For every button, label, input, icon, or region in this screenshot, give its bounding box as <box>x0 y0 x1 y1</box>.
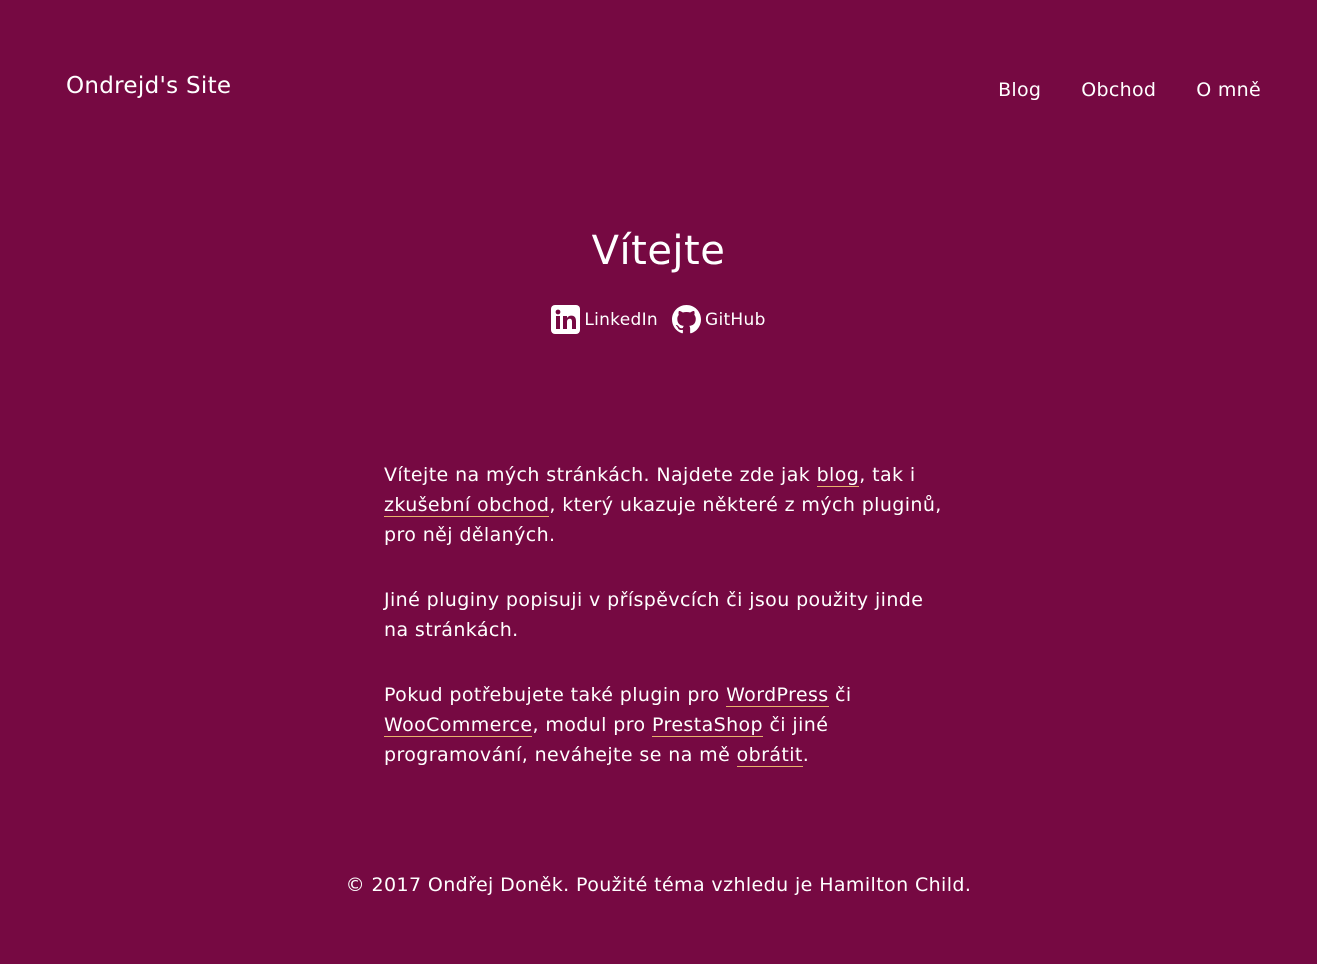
nav-item-o-mne[interactable]: O mně <box>1196 77 1261 103</box>
intro-paragraph: Vítejte na mých stránkách. Najdete zde j… <box>384 460 944 550</box>
page-title: Vítejte <box>591 228 726 274</box>
contact-link[interactable]: obrátit <box>736 744 803 767</box>
p3-text-3: , modul pro <box>532 714 653 736</box>
contact-paragraph: Pokud potřebujete také plugin pro WordPr… <box>384 680 944 770</box>
p1-text-1: Vítejte na mých stránkách. Najdete zde j… <box>384 464 817 486</box>
site-footer: © 2017 Ondřej Doněk. Použité téma vzhled… <box>0 871 1317 899</box>
site-header: Ondrejd's Site Blog Obchod O mně <box>0 0 1317 140</box>
linkedin-icon <box>551 305 581 334</box>
site-title-link[interactable]: Ondrejd's Site <box>66 72 231 100</box>
github-label: GitHub <box>704 309 766 330</box>
linkedin-label: LinkedIn <box>584 309 658 330</box>
plugins-paragraph: Jiné pluginy popisuji v příspěvcích či j… <box>384 589 924 641</box>
blog-link[interactable]: blog <box>816 464 860 487</box>
main-nav: Blog Obchod O mně <box>958 77 1261 103</box>
wordpress-link[interactable]: WordPress <box>726 684 829 707</box>
p3-text-1: Pokud potřebujete také plugin pro <box>384 684 727 706</box>
prestashop-link[interactable]: PrestaShop <box>652 714 764 737</box>
github-icon <box>671 305 701 334</box>
linkedin-link[interactable]: LinkedIn <box>551 305 658 334</box>
main-content: Vítejte na mých stránkách. Najdete zde j… <box>384 460 944 805</box>
p3-text-5: . <box>802 744 810 766</box>
p1-text-2: , tak i <box>859 464 916 486</box>
woocommerce-link[interactable]: WooCommerce <box>384 714 533 737</box>
nav-item-obchod[interactable]: Obchod <box>1081 77 1156 103</box>
github-link[interactable]: GitHub <box>671 305 766 334</box>
hero: Vítejte LinkedIn GitHub <box>0 224 1317 334</box>
footer-text: © 2017 Ondřej Doněk. Použité téma vzhled… <box>345 874 972 896</box>
shop-link[interactable]: zkušební obchod <box>384 494 550 517</box>
p3-text-2: či <box>828 684 852 706</box>
nav-item-blog[interactable]: Blog <box>998 77 1041 103</box>
social-links: LinkedIn GitHub <box>0 305 1317 334</box>
